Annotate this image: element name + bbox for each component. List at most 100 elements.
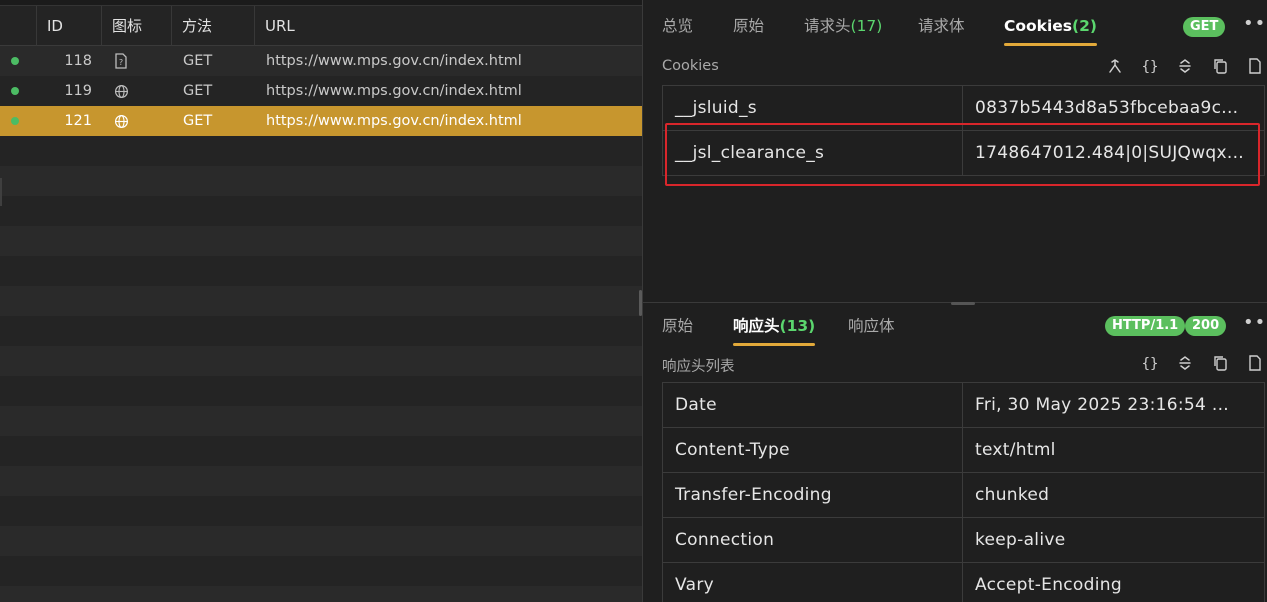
cookies-section-label: Cookies: [662, 58, 719, 74]
column-id[interactable]: ID: [36, 6, 101, 46]
header-name: Vary: [662, 562, 963, 602]
active-tab-underline: [733, 343, 816, 346]
header-name: Transfer-Encoding: [662, 472, 963, 518]
row-method: GET: [183, 53, 213, 69]
header-value: Fri, 30 May 2025 23:16:54 ...: [962, 382, 1265, 428]
column-status[interactable]: [0, 6, 36, 46]
more-options-icon[interactable]: •••: [1243, 312, 1267, 333]
header-name: Connection: [662, 517, 963, 563]
edge-handle[interactable]: [0, 178, 2, 206]
cookie-value: 0837b5443d8a53fbcebaa9c...: [962, 85, 1265, 131]
tab-cookies[interactable]: Cookies(2): [1004, 0, 1097, 46]
status-dot: [11, 57, 19, 65]
empty-row: [0, 346, 642, 376]
column-icon[interactable]: 图标: [101, 6, 171, 46]
status-dot: [11, 117, 19, 125]
header-row[interactable]: Content-Type text/html: [662, 427, 1265, 473]
response-headers-section-label: 响应头列表: [662, 359, 735, 375]
globe-icon: [114, 76, 130, 106]
empty-row: [0, 136, 642, 166]
empty-row: [0, 586, 642, 602]
svg-text:{}: {}: [1142, 356, 1159, 371]
response-headers-table: Date Fri, 30 May 2025 23:16:54 ... Conte…: [662, 382, 1265, 602]
status-code-badge: 200: [1185, 316, 1227, 336]
protocol-badge: HTTP/1.1: [1105, 316, 1186, 336]
empty-row: [0, 226, 642, 256]
empty-row: [0, 436, 642, 466]
tab-request-headers[interactable]: 请求头(17): [804, 0, 882, 46]
row-id: 119: [64, 83, 92, 99]
cookie-name: __jsluid_s: [662, 85, 963, 131]
column-url[interactable]: URL: [254, 6, 642, 46]
header-row[interactable]: Transfer-Encoding chunked: [662, 472, 1265, 518]
cookies-table: __jsluid_s 0837b5443d8a53fbcebaa9c... __…: [662, 85, 1265, 176]
response-tabs: 原始 响应头(13) 响应体 HTTP/1.1 200 •••: [643, 300, 1267, 346]
document-icon: ?: [114, 46, 130, 76]
header-row[interactable]: Date Fri, 30 May 2025 23:16:54 ...: [662, 382, 1265, 428]
svg-text:?: ?: [119, 58, 123, 67]
empty-row: [0, 526, 642, 556]
header-name: Date: [662, 382, 963, 428]
empty-row: [0, 556, 642, 586]
row-url: https://www.mps.gov.cn/index.html: [266, 83, 522, 99]
header-value: chunked: [962, 472, 1265, 518]
status-dot: [11, 87, 19, 95]
empty-row: [0, 256, 642, 286]
method-badge: GET: [1183, 17, 1226, 37]
row-url: https://www.mps.gov.cn/index.html: [266, 113, 522, 129]
braces-icon[interactable]: {}: [1139, 352, 1161, 374]
cookie-name: __jsl_clearance_s: [662, 130, 963, 176]
column-method[interactable]: 方法: [171, 6, 254, 46]
request-tabs: 总览 原始 请求头(17) 请求体 Cookies(2) GET •••: [643, 0, 1267, 46]
request-rows: 118 ? GET https://www.mps.gov.cn/index.h…: [0, 46, 642, 602]
tab-overview[interactable]: 总览: [662, 0, 693, 46]
empty-row: [0, 466, 642, 496]
empty-row: [0, 286, 642, 316]
active-tab-underline: [1004, 43, 1097, 46]
empty-row: [0, 316, 642, 346]
request-list-panel: ID 图标 方法 URL 118 ? GET https://www.mps.g…: [0, 0, 642, 602]
table-row[interactable]: 119 GET https://www.mps.gov.cn/index.htm…: [0, 76, 642, 106]
tab-raw[interactable]: 原始: [733, 0, 764, 46]
header-name: Content-Type: [662, 427, 963, 473]
svg-text:{}: {}: [1142, 59, 1159, 74]
file-icon[interactable]: [1244, 55, 1266, 77]
tab-request-body[interactable]: 请求体: [918, 0, 965, 46]
header-value: text/html: [962, 427, 1265, 473]
more-options-icon[interactable]: •••: [1243, 13, 1267, 34]
details-panel: 总览 原始 请求头(17) 请求体 Cookies(2) GET ••• Coo…: [642, 0, 1267, 602]
table-row[interactable]: 118 ? GET https://www.mps.gov.cn/index.h…: [0, 46, 642, 76]
header-value: Accept-Encoding: [962, 562, 1265, 602]
empty-row: [0, 376, 642, 406]
expand-collapse-icon[interactable]: [1174, 55, 1196, 77]
copy-icon[interactable]: [1209, 352, 1231, 374]
cookie-row[interactable]: __jsl_clearance_s 1748647012.484|0|SUJQw…: [662, 130, 1265, 176]
header-value: keep-alive: [962, 517, 1265, 563]
header-row[interactable]: Connection keep-alive: [662, 517, 1265, 563]
empty-row: [0, 406, 642, 436]
merge-icon[interactable]: [1104, 55, 1126, 77]
cookie-row[interactable]: __jsluid_s 0837b5443d8a53fbcebaa9c...: [662, 85, 1265, 131]
file-icon[interactable]: [1244, 352, 1266, 374]
row-id: 118: [64, 53, 92, 69]
empty-row: [0, 166, 642, 196]
row-method: GET: [183, 83, 213, 99]
row-id: 121: [64, 113, 92, 129]
tab-response-raw[interactable]: 原始: [662, 300, 693, 346]
expand-collapse-icon[interactable]: [1174, 352, 1196, 374]
tab-response-headers[interactable]: 响应头(13): [733, 300, 816, 346]
row-url: https://www.mps.gov.cn/index.html: [266, 53, 522, 69]
header-row[interactable]: Vary Accept-Encoding: [662, 562, 1265, 602]
cookies-toolbar: {}: [1104, 55, 1266, 77]
braces-icon[interactable]: {}: [1139, 55, 1161, 77]
list-header: ID 图标 方法 URL: [0, 6, 642, 46]
row-method: GET: [183, 113, 213, 129]
tab-response-body[interactable]: 响应体: [848, 300, 895, 346]
empty-row: [0, 496, 642, 526]
globe-icon: [114, 106, 130, 136]
response-headers-toolbar: {}: [1139, 352, 1266, 374]
table-row-selected[interactable]: 121 GET https://www.mps.gov.cn/index.htm…: [0, 106, 642, 136]
cookie-value: 1748647012.484|0|SUJQwqx...: [962, 130, 1265, 176]
empty-row: [0, 196, 642, 226]
copy-icon[interactable]: [1209, 55, 1231, 77]
